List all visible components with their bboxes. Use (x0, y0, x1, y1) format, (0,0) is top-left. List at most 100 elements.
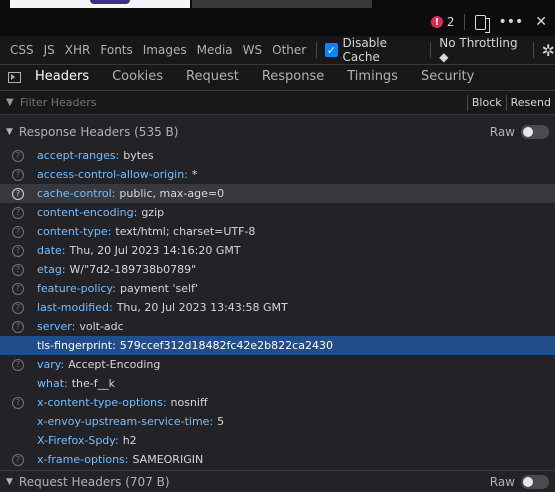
header-value: 579ccef312d18482fc42e2b822ca2430 (119, 339, 333, 352)
header-value: payment 'self' (119, 282, 198, 295)
details-tabs: Headers Cookies Request Response Timings… (0, 65, 555, 91)
request-headers-header[interactable]: ▼ Request Headers (707 B) Raw (0, 470, 555, 492)
help-icon[interactable]: ? (12, 301, 24, 314)
header-name: x-frame-options: (37, 453, 129, 466)
devtools-toolbar: ! 2 ••• ✕ (0, 8, 555, 36)
tab-timings[interactable]: Timings (347, 65, 398, 91)
dock-toggle-button[interactable] (475, 14, 491, 33)
filter-images[interactable]: Images (143, 43, 187, 57)
tab-request[interactable]: Request (186, 65, 239, 91)
header-value: bytes (123, 149, 154, 162)
header-row[interactable]: x-envoy-upstream-service-time: 5 (0, 412, 555, 431)
header-row[interactable]: ? vary: Accept-Encoding (0, 355, 555, 374)
request-headers-title: Request Headers (707 B) (18, 474, 170, 489)
filter-headers-input[interactable] (20, 96, 467, 109)
help-icon[interactable]: ? (12, 187, 24, 200)
filter-separator (430, 42, 432, 58)
preview-panel (192, 0, 372, 8)
header-value: gzip (141, 206, 165, 219)
help-icon[interactable]: ? (12, 358, 24, 371)
header-value: text/html; charset=UTF-8 (115, 225, 256, 238)
header-name: x-content-type-options: (37, 396, 167, 409)
header-row[interactable]: ? access-control-allow-origin: * (0, 165, 555, 184)
filter-fonts[interactable]: Fonts (100, 43, 132, 57)
header-row[interactable]: ? last-modified: Thu, 20 Jul 2023 13:43:58… (0, 298, 555, 317)
header-row[interactable]: X-Firefox-Spdy: h2 (0, 431, 555, 450)
help-icon[interactable]: ? (12, 168, 24, 181)
help-icon[interactable]: ? (12, 453, 24, 466)
header-row[interactable]: ? content-encoding: gzip (0, 203, 555, 222)
header-value: 5 (217, 415, 225, 428)
header-value: * (191, 168, 198, 181)
header-name: access-control-allow-origin: (37, 168, 188, 181)
response-headers-title: Response Headers (535 B) (18, 125, 179, 139)
filter-separator (316, 42, 318, 58)
tab-response[interactable]: Response (262, 65, 324, 91)
header-row[interactable]: ? x-content-type-options: nosniff (0, 393, 555, 412)
block-button[interactable]: Block (468, 96, 506, 109)
help-icon[interactable]: ? (12, 244, 24, 257)
help-icon[interactable]: ? (12, 282, 24, 295)
checkmark-icon: ✓ (325, 43, 338, 57)
header-name: feature-policy: (37, 282, 116, 295)
header-name: tls-fingerprint: (37, 339, 116, 352)
filter-other[interactable]: Other (272, 43, 306, 57)
header-name: vary: (37, 358, 65, 371)
filter-media[interactable]: Media (197, 43, 233, 57)
header-name: accept-ranges: (37, 149, 120, 162)
tab-security[interactable]: Security (421, 65, 474, 91)
disable-cache-checkbox[interactable]: ✓ Disable Cache (325, 36, 418, 64)
header-row[interactable]: ? etag: W/"7d2-189738b0789" (0, 260, 555, 279)
header-value: nosniff (170, 396, 208, 409)
raw-label: Raw (489, 125, 515, 139)
ellipsis-icon: ••• (498, 14, 524, 30)
header-value: the-f__k (71, 377, 115, 390)
help-icon[interactable]: ? (12, 320, 24, 333)
raw-toggle[interactable]: Raw (490, 125, 549, 139)
header-name: content-type: (37, 225, 112, 238)
header-value: Accept-Encoding (68, 358, 161, 371)
more-options-button[interactable]: ••• (498, 14, 523, 30)
header-row[interactable]: ? server: volt-adc (0, 317, 555, 336)
toggle-switch[interactable] (521, 125, 549, 139)
dock-icon (475, 14, 491, 33)
close-button[interactable]: ✕ (535, 14, 547, 30)
error-counter[interactable]: ! 2 (430, 15, 454, 29)
help-icon[interactable]: ? (12, 396, 24, 409)
header-row[interactable]: ? content-type: text/html; charset=UTF-8 (0, 222, 555, 241)
filter-xhr[interactable]: XHR (65, 43, 91, 57)
header-row[interactable]: ? x-frame-options: SAMEORIGIN (0, 450, 555, 469)
tab-cookies[interactable]: Cookies (112, 65, 163, 91)
filter-ws[interactable]: WS (243, 43, 262, 57)
gear-icon[interactable]: ✲ (542, 41, 555, 60)
help-icon[interactable]: ? (12, 263, 24, 276)
response-headers-header[interactable]: ▼ Response Headers (535 B) Raw (0, 118, 555, 146)
header-row[interactable]: tls-fingerprint: 579ccef312d18482fc42e2b8… (0, 336, 555, 355)
toggle-sidebar-icon[interactable] (8, 72, 21, 83)
raw-toggle[interactable]: Raw (490, 474, 549, 489)
expand-triangle-icon: ▼ (6, 476, 13, 487)
header-value: Thu, 20 Jul 2023 13:43:58 GMT (116, 301, 288, 314)
page-preview-strip (0, 0, 555, 8)
expand-triangle-icon: ▼ (6, 127, 13, 137)
header-value: SAMEORIGIN (132, 453, 204, 466)
header-value: volt-adc (79, 320, 124, 333)
toggle-switch[interactable] (521, 474, 549, 489)
header-row[interactable]: ? cache-control: public, max-age=0 (0, 184, 555, 203)
close-icon: ✕ (535, 14, 547, 30)
throttling-select[interactable]: No Throttling ◆ (439, 36, 520, 64)
help-icon[interactable]: ? (12, 206, 24, 219)
header-name: date: (37, 244, 66, 257)
filter-headers-bar: ▼ Block Resend (0, 91, 555, 115)
header-row[interactable]: ? feature-policy: payment 'self' (0, 279, 555, 298)
resend-button[interactable]: Resend (507, 96, 555, 109)
help-icon[interactable]: ? (12, 225, 24, 238)
help-icon[interactable]: ? (12, 149, 24, 162)
error-icon: ! (430, 16, 443, 28)
header-row[interactable]: ? accept-ranges: bytes (0, 146, 555, 165)
header-row[interactable]: what: the-f__k (0, 374, 555, 393)
header-row[interactable]: ? date: Thu, 20 Jul 2023 14:16:20 GMT (0, 241, 555, 260)
tab-headers[interactable]: Headers (35, 65, 89, 91)
filter-css[interactable]: CSS (10, 43, 34, 57)
filter-js[interactable]: JS (44, 43, 55, 57)
